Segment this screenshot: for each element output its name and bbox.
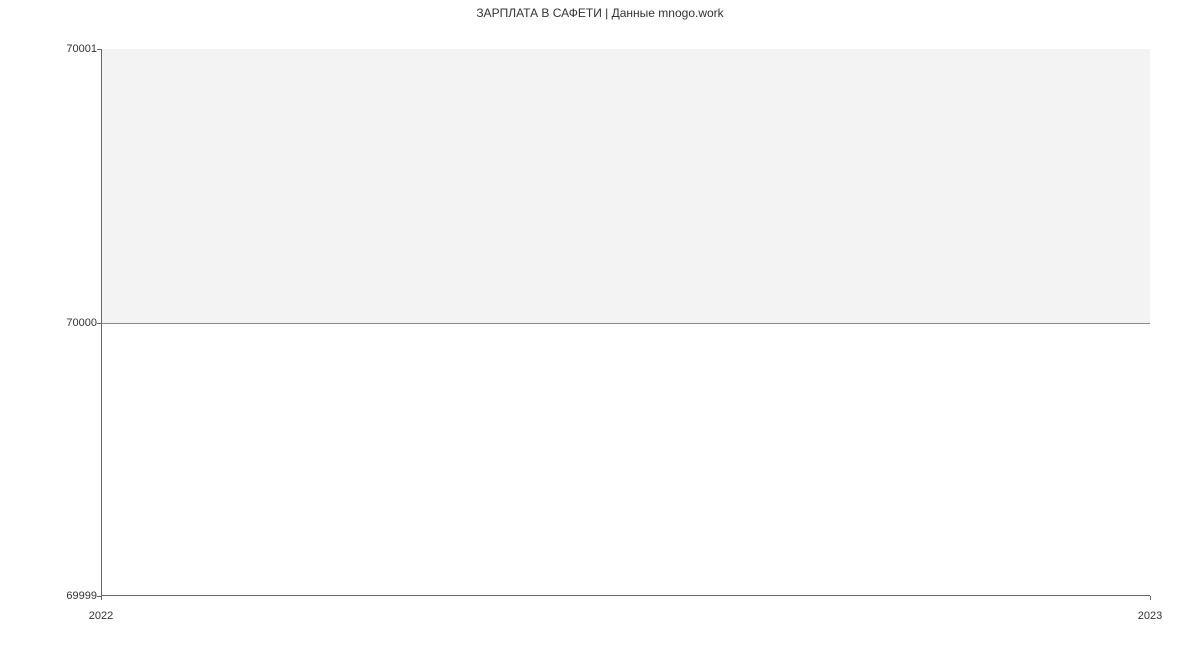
x-axis-tick-label: 2023 <box>1138 610 1162 622</box>
x-tick-mark <box>101 596 102 600</box>
y-axis-tick-label: 70000 <box>66 317 97 329</box>
x-axis-tick-label: 2022 <box>89 610 113 622</box>
x-axis-line <box>101 595 1150 596</box>
chart-title: ЗАРПЛАТА В САФЕТИ | Данные mnogo.work <box>0 6 1200 20</box>
x-tick-mark <box>1150 596 1151 600</box>
area-fill <box>101 49 1150 323</box>
y-axis-tick-label: 69999 <box>66 590 97 602</box>
y-axis-line <box>101 49 102 596</box>
y-axis-tick-label: 70001 <box>66 43 97 55</box>
chart-container: ЗАРПЛАТА В САФЕТИ | Данные mnogo.work 69… <box>0 0 1200 650</box>
plot-area <box>101 49 1150 596</box>
data-line <box>101 323 1150 324</box>
